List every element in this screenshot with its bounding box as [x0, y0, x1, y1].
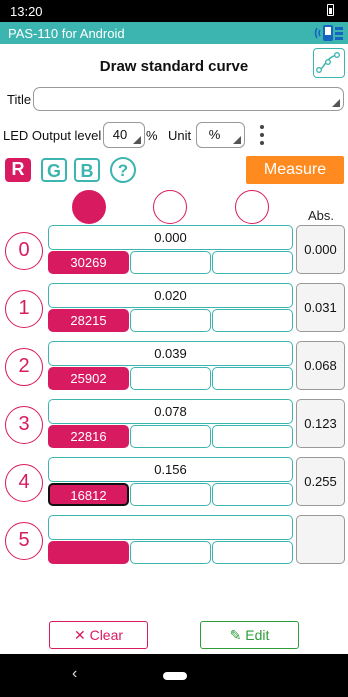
unit-label: Unit [168, 128, 192, 143]
more-menu-icon[interactable] [258, 124, 266, 146]
nav-bar: ‹ [0, 654, 348, 697]
edit-button[interactable]: ✎ Edit [200, 621, 299, 649]
count-cell[interactable] [130, 425, 211, 448]
count-cell[interactable] [212, 541, 293, 564]
app-title: PAS-110 for Android [8, 26, 125, 41]
channel-b-button[interactable]: B [74, 158, 100, 182]
abs-value: 0.255 [296, 457, 345, 506]
curve-graph-button[interactable] [313, 48, 345, 78]
clear-label: Clear [89, 627, 124, 643]
standard-row-3: 3 0.078 22816 0.123 [0, 399, 348, 451]
count-cell[interactable]: 25902 [48, 367, 129, 390]
channel-g-button[interactable]: G [41, 158, 67, 182]
standard-row-2: 2 0.039 25902 0.068 [0, 341, 348, 393]
row-index[interactable]: 0 [5, 232, 43, 270]
menu-dot [260, 125, 264, 129]
home-icon[interactable] [163, 672, 187, 680]
count-cell[interactable] [212, 309, 293, 332]
abs-value: 0.031 [296, 283, 345, 332]
standard-row-1: 1 0.020 28215 0.031 [0, 283, 348, 335]
channel-r-button[interactable]: R [5, 158, 31, 182]
concentration-field[interactable]: 0.000 [48, 225, 293, 250]
app-bar: PAS-110 for Android [0, 22, 348, 44]
concentration-field[interactable]: 0.078 [48, 399, 293, 424]
led-percent-label: % [146, 128, 158, 143]
standard-row-0: 0 0.000 30269 0.000 [0, 225, 348, 277]
menu-dot [260, 133, 264, 137]
indicator-circle[interactable] [153, 190, 187, 224]
count-cell[interactable] [212, 251, 293, 274]
count-cell[interactable]: 22816 [48, 425, 129, 448]
dropdown-corner-icon [133, 136, 141, 144]
main-screen: Draw standard curve Title LED Output lev… [0, 44, 348, 654]
led-output-label: LED Output level [3, 128, 102, 143]
abs-value: 0.000 [296, 225, 345, 274]
back-icon[interactable]: ‹ [72, 665, 77, 683]
unit-value: % [208, 127, 221, 142]
channel-indicators: Abs. [0, 188, 348, 224]
abs-value: 0.123 [296, 399, 345, 448]
row-index[interactable]: 2 [5, 348, 43, 386]
row-index[interactable]: 3 [5, 406, 43, 444]
measure-button[interactable]: Measure [246, 156, 344, 184]
count-cell[interactable] [130, 367, 211, 390]
concentration-field[interactable]: 0.039 [48, 341, 293, 366]
unit-select[interactable]: % [196, 122, 245, 148]
count-cell[interactable] [212, 367, 293, 390]
curve-graph-icon [316, 52, 340, 73]
standard-row-4: 4 0.156 16812 0.255 [0, 457, 348, 509]
channel-row: R G B ? Measure [0, 154, 348, 186]
count-cell[interactable] [130, 541, 211, 564]
menu-dot [260, 141, 264, 145]
title-label: Title [7, 92, 32, 107]
count-cell[interactable]: 30269 [48, 251, 129, 274]
row-index[interactable]: 4 [5, 464, 43, 502]
led-output-input[interactable]: 40 [103, 122, 145, 148]
battery-icon [327, 4, 334, 16]
concentration-field[interactable] [48, 515, 293, 540]
concentration-field[interactable]: 0.020 [48, 283, 293, 308]
page-header: Draw standard curve [0, 44, 348, 84]
concentration-field[interactable]: 0.156 [48, 457, 293, 482]
title-input[interactable] [33, 87, 344, 111]
indicator-circle[interactable] [235, 190, 269, 224]
count-cell[interactable]: 16812 [48, 483, 129, 506]
led-row: LED Output level 40 % Unit % [0, 120, 348, 150]
abs-value: 0.068 [296, 341, 345, 390]
title-row: Title [0, 86, 348, 112]
abs-header: Abs. [308, 208, 335, 223]
standard-row-5: 5 [0, 515, 348, 567]
bluetooth-device-icon[interactable] [314, 24, 344, 42]
count-cell[interactable] [130, 483, 211, 506]
clear-button[interactable]: ✕ Clear [49, 621, 148, 649]
count-cell[interactable] [130, 309, 211, 332]
count-cell[interactable]: 28215 [48, 309, 129, 332]
close-icon: ✕ [73, 627, 86, 643]
count-cell[interactable] [48, 541, 129, 564]
pencil-icon: ✎ [229, 627, 242, 643]
edit-label: Edit [245, 627, 270, 643]
status-bar: 13:20 [0, 0, 348, 22]
led-output-value: 40 [112, 127, 128, 142]
page-title: Draw standard curve [99, 58, 249, 75]
dropdown-corner-icon [233, 136, 241, 144]
abs-value [296, 515, 345, 564]
count-cell[interactable] [212, 483, 293, 506]
row-index[interactable]: 1 [5, 290, 43, 328]
help-icon[interactable]: ? [110, 157, 136, 183]
indicator-circle[interactable] [72, 190, 106, 224]
dropdown-corner-icon [332, 99, 340, 107]
count-cell[interactable] [212, 425, 293, 448]
status-time: 13:20 [10, 4, 43, 19]
count-cell[interactable] [130, 251, 211, 274]
row-index[interactable]: 5 [5, 522, 43, 560]
